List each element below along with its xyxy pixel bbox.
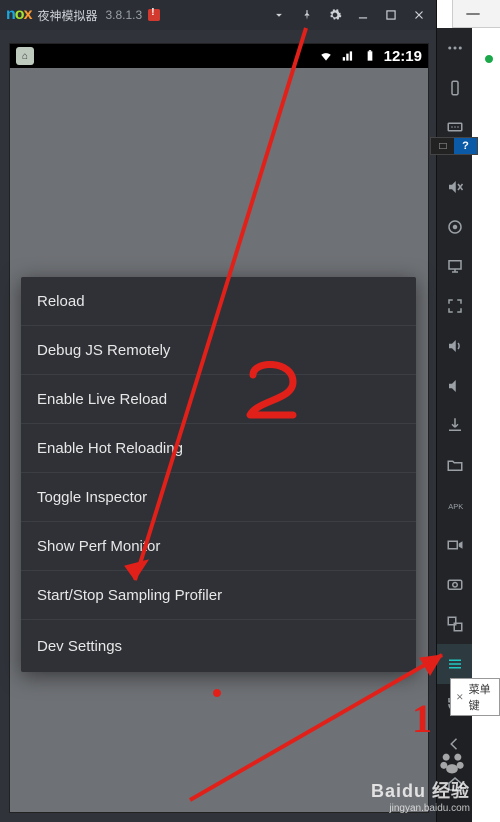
update-alert-icon[interactable] [148, 9, 160, 21]
battery-icon [362, 49, 378, 63]
watermark-line1: Baidu 经验 [371, 777, 470, 803]
nox-titlebar: nox 夜神模拟器 3.8.1.3 [0, 0, 436, 30]
more-icon[interactable] [437, 28, 472, 68]
titlebar-close-icon[interactable] [408, 4, 430, 26]
shake-icon[interactable] [437, 68, 472, 108]
dev-menu-dev-settings[interactable]: Dev Settings [21, 620, 416, 672]
svg-text:APK: APK [448, 502, 463, 511]
dev-menu-debug-js[interactable]: Debug JS Remotely [21, 326, 416, 375]
screenshot-icon[interactable] [437, 564, 472, 604]
overlay-badge: ? [430, 137, 478, 155]
dev-menu-live-reload[interactable]: Enable Live Reload [21, 375, 416, 424]
install-apk-icon[interactable] [437, 405, 472, 445]
titlebar-dropdown-icon[interactable] [268, 4, 290, 26]
fullscreen-icon[interactable] [437, 286, 472, 326]
wifi-icon [318, 49, 334, 63]
nox-logo: nox [6, 6, 31, 24]
volume-up-icon[interactable] [437, 326, 472, 366]
app-surface[interactable]: Reload Debug JS Remotely Enable Live Rel… [10, 68, 428, 812]
browser-tab-strip [452, 0, 500, 28]
nox-title-text: 夜神模拟器 [37, 7, 97, 24]
nox-window: nox 夜神模拟器 3.8.1.3 ⌂ 12:19 [0, 0, 437, 822]
dev-menu-perf-monitor[interactable]: Show Perf Monitor [21, 522, 416, 571]
menu-key-tooltip-text: 菜单键 [469, 681, 495, 713]
dev-menu-inspector[interactable]: Toggle Inspector [21, 473, 416, 522]
status-clock: 12:19 [384, 48, 422, 65]
cell-signal-icon [340, 49, 356, 63]
android-status-bar: ⌂ 12:19 [10, 44, 428, 68]
multi-instance-icon[interactable] [437, 604, 472, 644]
my-computer-icon[interactable] [437, 247, 472, 287]
titlebar-minimize-icon[interactable] [352, 4, 374, 26]
tooltip-close-icon[interactable] [455, 691, 465, 703]
overlay-badge-help-icon[interactable]: ? [454, 138, 477, 154]
baidu-watermark: Baidu 经验 jingyan.baidu.com [371, 777, 470, 814]
dev-menu-reload[interactable]: Reload [21, 277, 416, 326]
titlebar-maximize-icon[interactable] [380, 4, 402, 26]
nox-side-toolbar: APK [437, 28, 472, 644]
titlebar-pin-icon[interactable] [296, 4, 318, 26]
titlebar-gear-icon[interactable] [324, 4, 346, 26]
react-native-dev-menu: Reload Debug JS Remotely Enable Live Rel… [21, 277, 416, 672]
annotation-number-2 [238, 360, 308, 430]
annotation-number-1: 1 [412, 695, 432, 742]
shared-folder-icon[interactable] [437, 445, 472, 485]
mute-icon[interactable] [437, 167, 472, 207]
dev-menu-hot-reload[interactable]: Enable Hot Reloading [21, 424, 416, 473]
overlay-badge-dots-icon [431, 138, 454, 154]
android-device-screen: ⌂ 12:19 Reload Debug JS Remotely Enable … [9, 43, 429, 813]
watermark-line2: jingyan.baidu.com [371, 803, 470, 814]
app-icon: ⌂ [16, 47, 34, 65]
annotation-dot [213, 689, 221, 697]
record-video-icon[interactable] [437, 525, 472, 565]
ssl-lock-indicator [485, 55, 493, 63]
nox-version: 3.8.1.3 [105, 8, 142, 22]
menu-key-tooltip: 菜单键 [450, 678, 500, 716]
new-tab-button[interactable] [463, 4, 483, 24]
dev-menu-sampling[interactable]: Start/Stop Sampling Profiler [21, 571, 416, 620]
add-apk-icon[interactable]: APK [437, 485, 472, 525]
volume-down-icon[interactable] [437, 366, 472, 406]
location-icon[interactable] [437, 207, 472, 247]
